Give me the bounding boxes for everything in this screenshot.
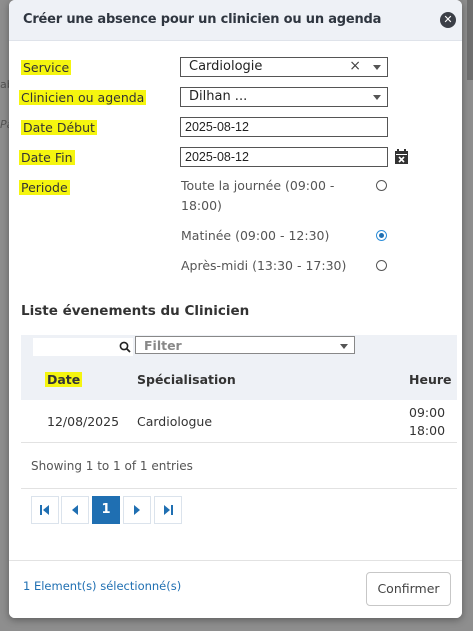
modal-title: Créer une absence pour un clinicien ou u… [23, 12, 382, 27]
filter-select[interactable]: Filter [135, 336, 355, 354]
search-icon [119, 341, 131, 353]
cell-heure-end: 18:00 [409, 423, 446, 438]
filter-placeholder: Filter [144, 338, 182, 353]
date-fin-label: Date Fin [19, 150, 75, 165]
cell-specialisation: Cardiologue [137, 414, 213, 429]
events-table: Filter Date Spécialisation Heure 12/08/2… [21, 335, 457, 443]
filter-bar: Filter [21, 335, 457, 359]
column-heure[interactable]: Heure [409, 372, 451, 387]
radio-label-matinee: Matinée (09:00 - 12:30) [181, 228, 330, 243]
first-page-icon [40, 505, 49, 515]
close-icon[interactable]: ✕ [440, 12, 456, 28]
pager-last-button[interactable] [154, 496, 182, 524]
periode-label: Periode [19, 180, 70, 195]
modal-footer: 1 Element(s) sélectionné(s) Confirmer [9, 560, 462, 618]
date-debut-label: Date Début [21, 120, 97, 135]
pager-next-button[interactable] [123, 496, 151, 524]
events-title: Liste évenements du Clinicien [21, 303, 250, 319]
pager-prev-button[interactable] [61, 496, 89, 524]
search-input[interactable] [33, 338, 133, 356]
date-debut-input[interactable] [180, 117, 388, 137]
cell-heure-start: 09:00 [409, 405, 446, 420]
clinicien-label: Clinicien ou agenda [19, 90, 147, 105]
table-header: Date Spécialisation Heure [21, 359, 457, 400]
chevron-down-icon [340, 344, 348, 349]
last-page-icon [164, 505, 173, 515]
prev-page-icon [72, 505, 78, 515]
clear-icon[interactable]: × [349, 58, 361, 74]
radio-journee[interactable] [376, 180, 387, 191]
chevron-down-icon [373, 65, 381, 70]
chevron-down-icon [373, 95, 381, 100]
divider [21, 488, 457, 489]
clinicien-select[interactable]: Dilhan ... [180, 87, 388, 107]
selected-count: 1 Element(s) sélectionné(s) [23, 579, 182, 593]
page-scrollbar[interactable] [467, 0, 473, 80]
radio-label-apres-midi: Après-midi (13:30 - 17:30) [181, 258, 347, 273]
column-date[interactable]: Date [45, 372, 83, 387]
absence-modal: Créer une absence pour un clinicien ou u… [9, 0, 462, 618]
confirm-button[interactable]: Confirmer [366, 572, 451, 606]
table-row[interactable]: 12/08/2025 Cardiologue 09:00 18:00 [21, 400, 457, 443]
pager-first-button[interactable] [31, 496, 59, 524]
next-page-icon [134, 505, 140, 515]
service-select[interactable]: Cardiologie × [180, 57, 388, 77]
pager-page-1[interactable]: 1 [92, 496, 120, 524]
clinicien-value: Dilhan ... [189, 89, 248, 104]
cell-date: 12/08/2025 [47, 414, 120, 429]
calendar-icon[interactable] [395, 149, 408, 164]
radio-apres-midi[interactable] [376, 260, 387, 271]
modal-header: Créer une absence pour un clinicien ou u… [9, 0, 462, 41]
service-value: Cardiologie [189, 59, 263, 74]
radio-matinee[interactable] [376, 230, 387, 241]
radio-label-journee: 18:00) [181, 198, 222, 213]
radio-label-journee: Toute la journée (09:00 - [181, 178, 335, 193]
column-specialisation[interactable]: Spécialisation [137, 372, 236, 387]
date-fin-input[interactable] [180, 147, 388, 167]
service-label: Service [21, 60, 72, 75]
table-info: Showing 1 to 1 of 1 entries [31, 459, 193, 473]
